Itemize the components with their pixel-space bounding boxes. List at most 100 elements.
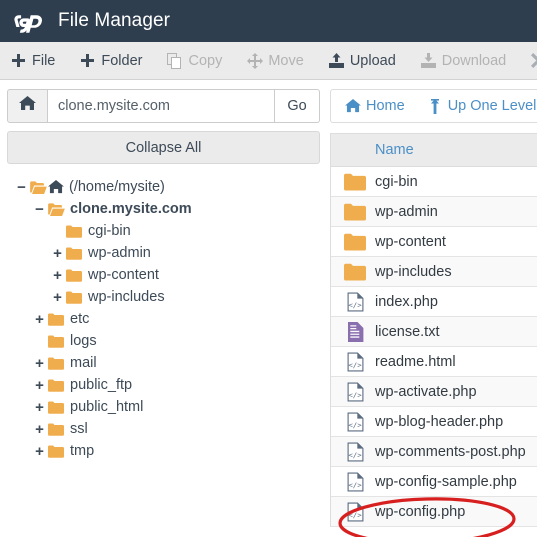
file-manager-window: File Manager File Folder Copy Move Uploa… bbox=[0, 0, 537, 537]
folder-icon bbox=[331, 173, 375, 191]
download-button[interactable]: Download bbox=[420, 52, 507, 69]
path-home-button[interactable] bbox=[7, 89, 48, 123]
tree-item-label: (/home/mysite) bbox=[69, 179, 165, 195]
tree-item-wp-admin[interactable]: + wp-admin bbox=[7, 242, 320, 264]
copy-button[interactable]: Copy bbox=[166, 52, 222, 69]
file-nav-home[interactable]: Home bbox=[345, 98, 405, 114]
tree-expand-icon[interactable]: + bbox=[33, 396, 46, 418]
app-title: File Manager bbox=[58, 10, 171, 31]
table-row[interactable]: cgi-bin bbox=[331, 167, 537, 197]
table-row[interactable]: </> wp-config.php bbox=[331, 497, 537, 527]
svg-text:</>: </> bbox=[348, 420, 362, 429]
file-name: wp-includes bbox=[375, 263, 452, 280]
tree-item-tmp[interactable]: + tmp bbox=[7, 440, 320, 462]
download-label: Download bbox=[441, 52, 507, 69]
file-name: license.txt bbox=[375, 323, 440, 340]
table-row[interactable]: license.txt bbox=[331, 317, 537, 347]
table-row[interactable]: </> wp-config-sample.php bbox=[331, 467, 537, 497]
tree-expand-icon[interactable]: + bbox=[33, 418, 46, 440]
tree-expand-icon[interactable]: + bbox=[51, 264, 64, 286]
home-icon bbox=[47, 176, 65, 198]
tree-item-label: logs bbox=[70, 333, 97, 349]
download-icon bbox=[420, 52, 437, 69]
svg-text:</>: </> bbox=[348, 510, 362, 519]
tree-item-public-html[interactable]: + public_html bbox=[7, 396, 320, 418]
tree-expand-icon[interactable]: + bbox=[51, 242, 64, 264]
table-row[interactable]: </> index.php bbox=[331, 287, 537, 317]
tree-item-label: clone.mysite.com bbox=[70, 201, 192, 217]
table-row[interactable]: </> wp-activate.php bbox=[331, 377, 537, 407]
folder-icon bbox=[64, 264, 84, 286]
new-folder-label: Folder bbox=[101, 52, 143, 69]
tree-item-home[interactable]: − (/home/mysite) bbox=[7, 176, 320, 198]
directory-tree-pane: Go Collapse All − (/home/mysite) − clone.my… bbox=[0, 80, 327, 537]
tree-item-label: wp-includes bbox=[88, 289, 165, 305]
upload-label: Upload bbox=[349, 52, 396, 69]
file-name: cgi-bin bbox=[375, 173, 418, 190]
code-file-icon: </> bbox=[331, 382, 375, 402]
copy-icon bbox=[166, 52, 183, 69]
plus-icon bbox=[79, 52, 96, 69]
new-folder-button[interactable]: Folder bbox=[79, 52, 142, 69]
file-table-header-name[interactable]: Name bbox=[375, 142, 414, 158]
tree-item-ssl[interactable]: + ssl bbox=[7, 418, 320, 440]
table-row[interactable]: wp-content bbox=[331, 227, 537, 257]
table-row[interactable]: wp-includes bbox=[331, 257, 537, 287]
plus-icon bbox=[10, 52, 27, 69]
path-input[interactable] bbox=[48, 89, 275, 123]
file-list-pane: Home Up One Level Name cgi-bin wp-admin … bbox=[330, 80, 537, 537]
file-name: wp-content bbox=[375, 233, 446, 250]
file-name: wp-blog-header.php bbox=[375, 413, 504, 430]
up-arrow-icon bbox=[427, 98, 443, 114]
tree-item-label: ssl bbox=[70, 421, 88, 437]
svg-text:</>: </> bbox=[348, 390, 362, 399]
collapse-all-button[interactable]: Collapse All bbox=[7, 131, 320, 164]
upload-button[interactable]: Upload bbox=[328, 52, 396, 69]
folder-icon bbox=[46, 374, 66, 396]
table-row[interactable]: </> wp-blog-header.php bbox=[331, 407, 537, 437]
folder-icon bbox=[46, 440, 66, 462]
file-name: wp-config-sample.php bbox=[375, 473, 517, 490]
svg-text:</>: </> bbox=[348, 480, 362, 489]
table-row[interactable]: </> wp-comments-post.php bbox=[331, 437, 537, 467]
table-row[interactable]: wp-admin bbox=[331, 197, 537, 227]
tree-item-etc[interactable]: + etc bbox=[7, 308, 320, 330]
file-table-body: cgi-bin wp-admin wp-content wp-includes </> i… bbox=[331, 167, 537, 527]
path-go-button[interactable]: Go bbox=[275, 89, 320, 123]
folder-open-icon bbox=[28, 176, 48, 198]
upload-icon bbox=[328, 52, 345, 69]
tree-item-label: wp-admin bbox=[88, 245, 151, 261]
tree-collapse-icon[interactable]: − bbox=[15, 176, 28, 198]
tree-expand-icon[interactable]: + bbox=[33, 308, 46, 330]
tree-toggle-spacer bbox=[33, 330, 46, 352]
tree-item-label: cgi-bin bbox=[88, 223, 131, 239]
path-bar: Go bbox=[7, 89, 320, 123]
table-row[interactable]: </> readme.html bbox=[331, 347, 537, 377]
new-file-button[interactable]: File bbox=[10, 52, 55, 69]
tree-item-wp-content[interactable]: + wp-content bbox=[7, 264, 320, 286]
tree-item-public-ftp[interactable]: + public_ftp bbox=[7, 374, 320, 396]
file-nav-up-one-level[interactable]: Up One Level bbox=[427, 98, 536, 114]
tree-item-clone-mysite-com[interactable]: − clone.mysite.com bbox=[7, 198, 320, 220]
code-file-icon: </> bbox=[331, 412, 375, 432]
tree-expand-icon[interactable]: + bbox=[51, 286, 64, 308]
home-icon bbox=[19, 96, 36, 116]
tree-expand-icon[interactable]: + bbox=[33, 440, 46, 462]
tree-item-wp-includes[interactable]: + wp-includes bbox=[7, 286, 320, 308]
delete-x-icon bbox=[530, 52, 537, 69]
code-file-icon: </> bbox=[331, 442, 375, 462]
tree-item-cgi-bin[interactable]: cgi-bin bbox=[7, 220, 320, 242]
cpanel-logo-icon bbox=[14, 8, 48, 34]
tree-expand-icon[interactable]: + bbox=[33, 374, 46, 396]
tree-expand-icon[interactable]: + bbox=[33, 352, 46, 374]
tree-item-mail[interactable]: + mail bbox=[7, 352, 320, 374]
tree-item-label: etc bbox=[70, 311, 90, 327]
folder-icon bbox=[331, 233, 375, 251]
delete-button[interactable]: D bbox=[530, 52, 537, 69]
tree-collapse-icon[interactable]: − bbox=[33, 198, 46, 220]
tree-item-logs[interactable]: logs bbox=[7, 330, 320, 352]
move-button[interactable]: Move bbox=[246, 52, 304, 69]
file-list-nav: Home Up One Level bbox=[330, 89, 537, 123]
file-table: Name cgi-bin wp-admin wp-content wp-include… bbox=[330, 133, 537, 527]
tree-item-label: wp-content bbox=[88, 267, 159, 283]
